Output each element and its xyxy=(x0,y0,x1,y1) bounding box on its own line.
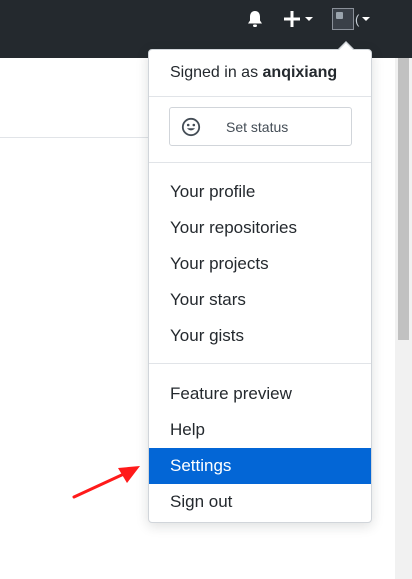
avatar-alt-text: ( xyxy=(355,11,360,27)
user-menu-button[interactable]: ( xyxy=(332,7,374,31)
menu-item-your-profile[interactable]: Your profile xyxy=(149,174,371,210)
page-scrollbar[interactable] xyxy=(395,58,412,579)
menu-item-sign-out[interactable]: Sign out xyxy=(149,484,371,520)
caret-down-icon xyxy=(362,17,371,21)
caret-down-icon xyxy=(305,17,313,21)
menu-item-settings[interactable]: Settings xyxy=(149,448,371,484)
user-dropdown-menu: Signed in as anqixiang Set status Your p… xyxy=(148,41,372,523)
page-divider xyxy=(0,137,148,138)
username: anqixiang xyxy=(262,64,338,81)
bell-icon xyxy=(248,11,262,27)
create-new-button[interactable] xyxy=(282,9,316,29)
avatar-image-icon xyxy=(332,8,354,30)
menu-item-your-stars[interactable]: Your stars xyxy=(149,282,371,318)
red-arrow-icon xyxy=(72,466,140,499)
set-status-label: Set status xyxy=(226,119,289,135)
set-status-button[interactable]: Set status xyxy=(169,107,352,146)
menu-item-your-gists[interactable]: Your gists xyxy=(149,318,371,354)
menu-item-your-repositories[interactable]: Your repositories xyxy=(149,210,371,246)
menu-divider xyxy=(149,96,371,97)
signed-in-header: Signed in as anqixiang xyxy=(170,64,337,82)
menu-item-help[interactable]: Help xyxy=(149,412,371,448)
menu-divider xyxy=(149,363,371,364)
scrollbar-thumb[interactable] xyxy=(398,58,409,340)
plus-icon xyxy=(284,11,300,27)
signed-in-prefix: Signed in as xyxy=(170,64,263,81)
smiley-icon xyxy=(181,117,201,137)
menu-divider xyxy=(149,162,371,163)
menu-item-feature-preview[interactable]: Feature preview xyxy=(149,376,371,412)
notifications-button[interactable] xyxy=(245,9,265,29)
menu-item-your-projects[interactable]: Your projects xyxy=(149,246,371,282)
